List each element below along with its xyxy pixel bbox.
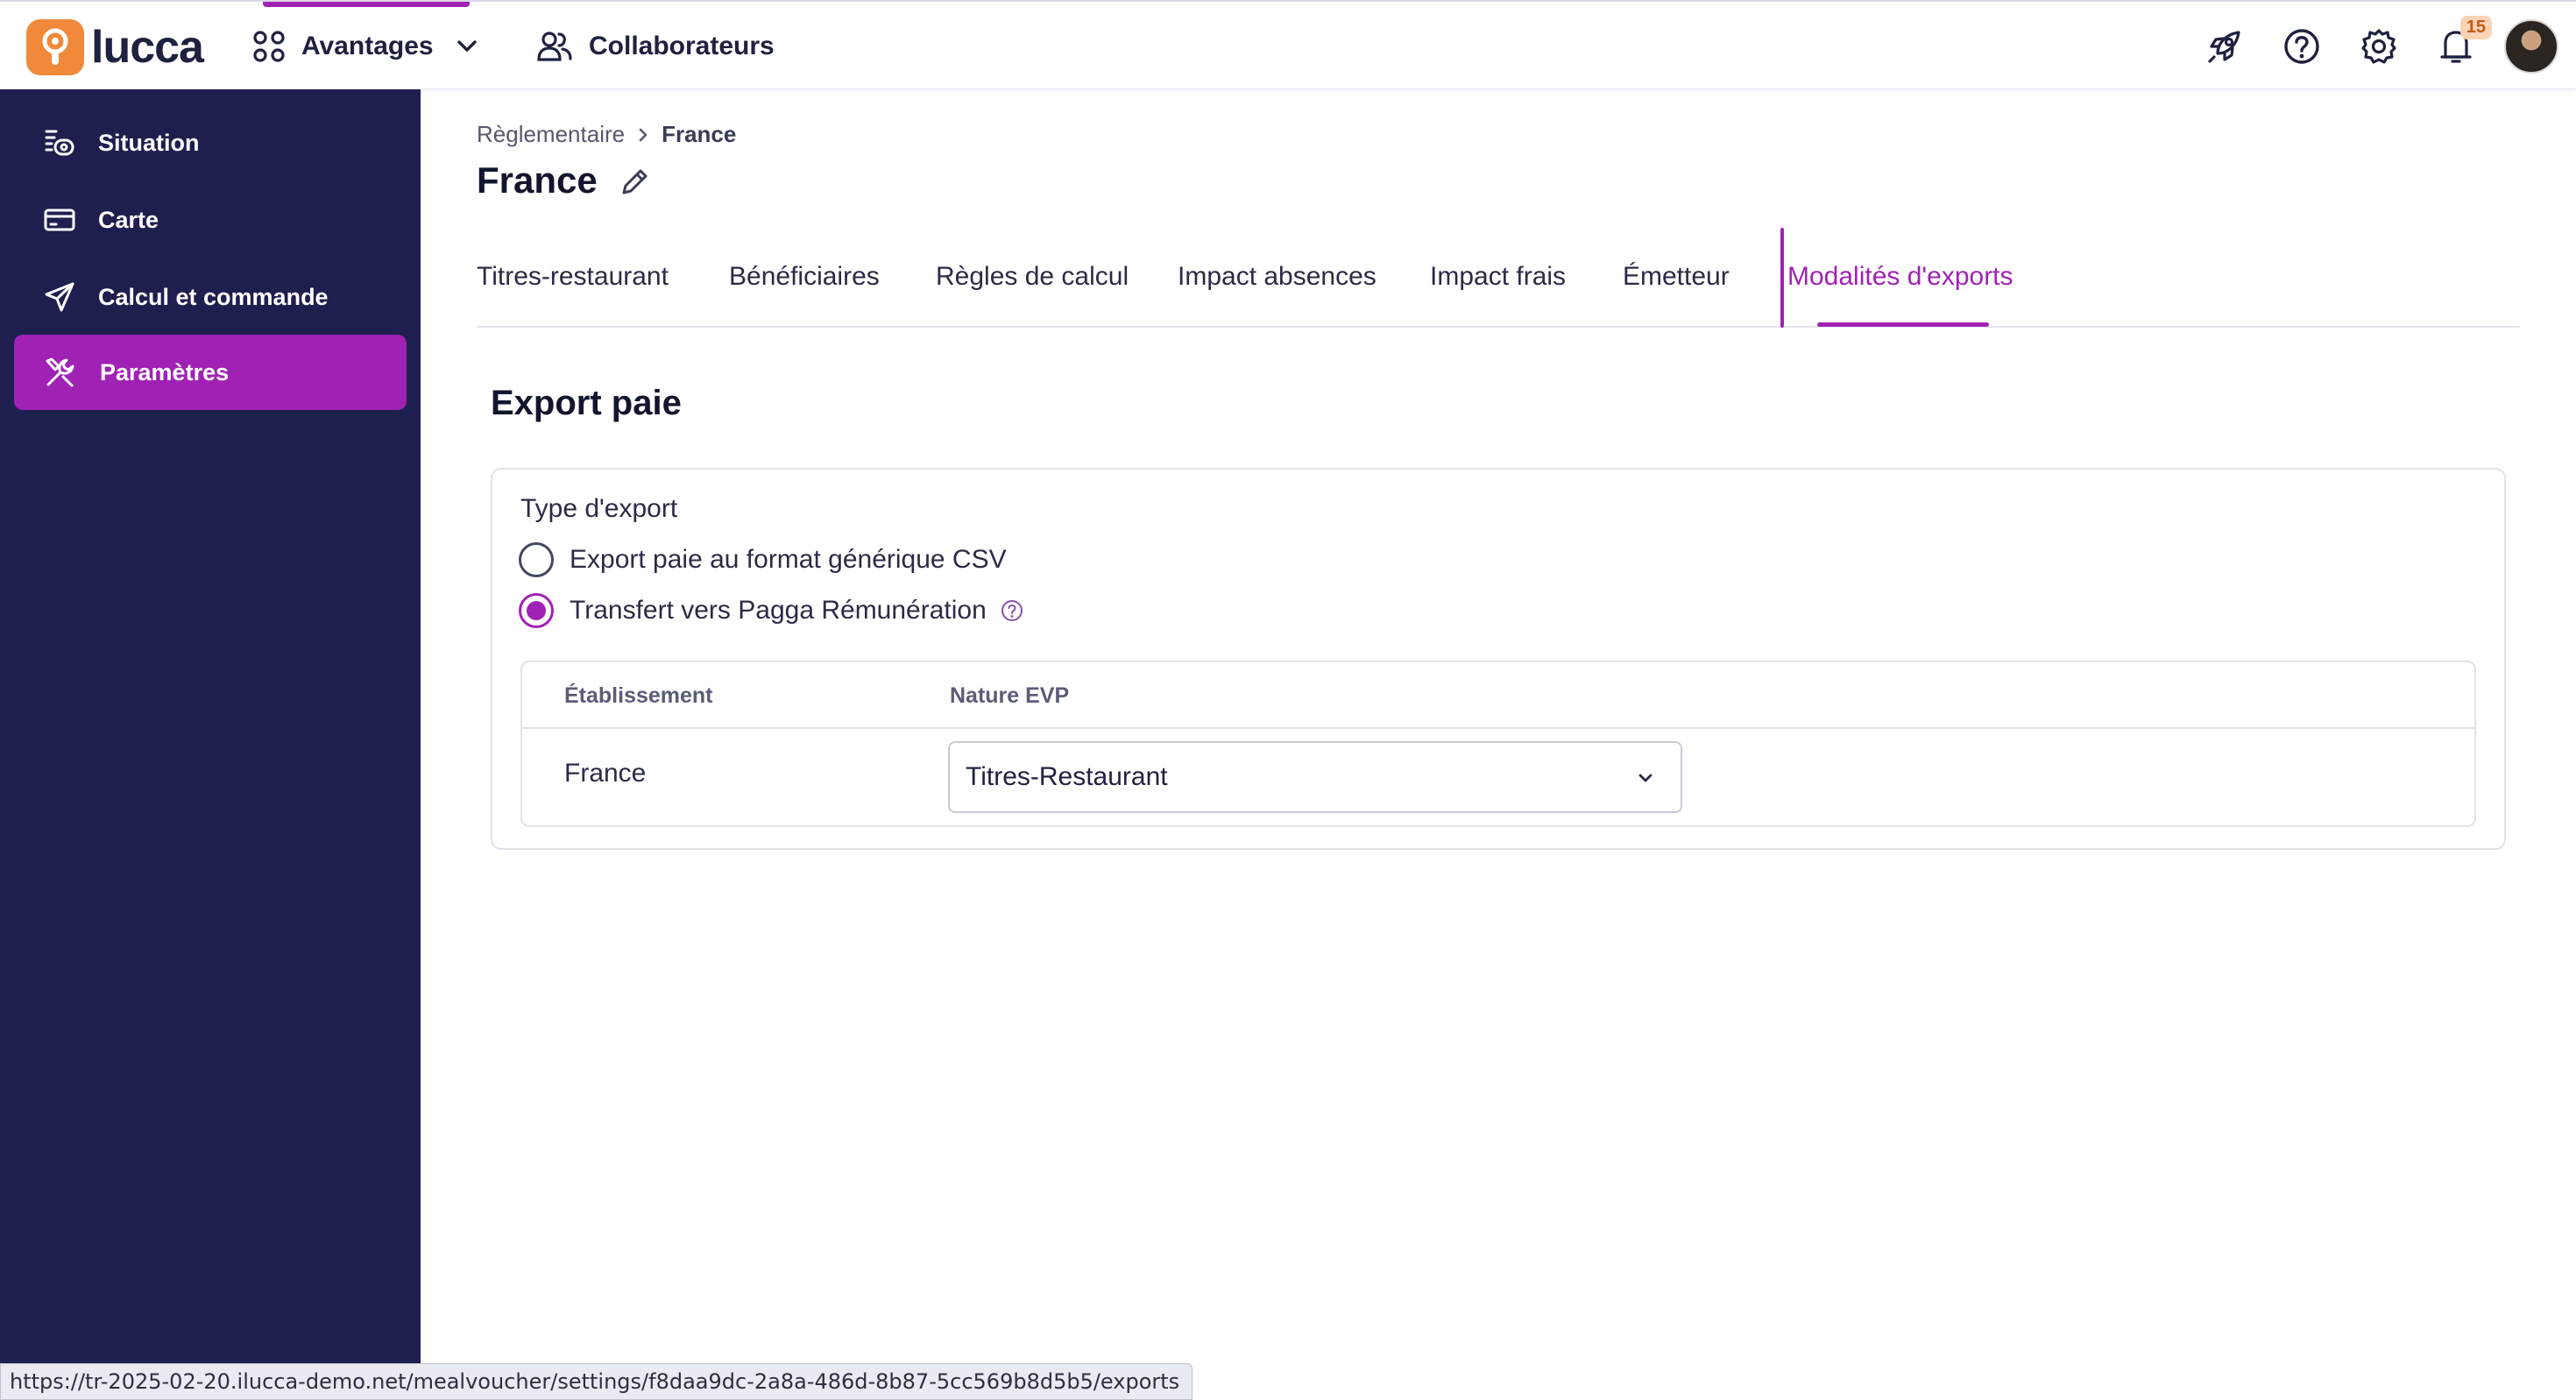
sidebar-item-label: Paramètres <box>100 358 230 385</box>
radio-option-csv[interactable]: Export paie au format générique CSV <box>519 542 1007 577</box>
nav-avantages-label: Avantages <box>301 32 434 60</box>
chevron-down-icon <box>1638 774 1652 782</box>
radio-option-pagga[interactable]: Transfert vers Pagga Rémunération <box>519 593 1025 628</box>
sidebar: Situation Carte Calcul et commande Param… <box>0 89 421 1400</box>
tab-impact-absences[interactable]: Impact absences <box>1178 226 1376 328</box>
table-divider <box>522 727 2474 729</box>
settings-tabs: Titres-restaurant Bénéficiaires Règles d… <box>477 226 2520 328</box>
situation-icon <box>45 130 74 156</box>
table-cell-etablissement: France <box>564 759 647 788</box>
send-icon <box>45 282 74 312</box>
lucca-logo[interactable]: lucca <box>26 19 204 75</box>
radio-button-checked[interactable] <box>519 593 554 628</box>
users-icon <box>537 32 572 61</box>
nav-collaborateurs-label: Collaborateurs <box>589 32 775 60</box>
nav-collaborateurs[interactable]: Collaborateurs <box>536 2 775 91</box>
select-value: Titres-Restaurant <box>966 762 1168 791</box>
apps-grid-icon <box>253 31 285 62</box>
bell-icon[interactable]: 15 <box>2434 16 2492 68</box>
sidebar-item-parametres[interactable]: Paramètres <box>14 335 407 410</box>
notification-count-badge: 15 <box>2459 16 2492 39</box>
nav-avantages[interactable]: Avantages <box>252 2 478 91</box>
tab-titres-restaurant[interactable]: Titres-restaurant <box>477 226 669 328</box>
tab-focus-ring <box>1780 228 1784 328</box>
breadcrumb-parent-link[interactable]: Règlementaire <box>477 121 625 148</box>
chevron-right-icon <box>639 128 648 141</box>
sidebar-item-situation[interactable]: Situation <box>14 105 407 180</box>
sidebar-item-calcul-commande[interactable]: Calcul et commande <box>14 259 407 335</box>
breadcrumb-current: France <box>662 121 737 147</box>
breadcrumb: Règlementaire France <box>477 121 736 148</box>
radio-option-label: Export paie au format générique CSV <box>570 545 1007 574</box>
help-circle-icon[interactable] <box>999 597 1025 624</box>
user-avatar[interactable] <box>2504 19 2558 74</box>
radio-option-label: Transfert vers Pagga Rémunération <box>570 596 987 625</box>
export-type-label: Type d'export <box>520 494 678 523</box>
top-navigation-bar: lucca Avantages Collaborateurs 15 <box>0 0 2576 89</box>
tab-modalites-exports[interactable]: Modalités d'exports <box>1787 226 2013 328</box>
column-header-etablissement: Établissement <box>564 683 713 708</box>
sidebar-item-label: Situation <box>98 129 200 156</box>
radio-button[interactable] <box>519 542 554 577</box>
page-title: France <box>477 159 598 201</box>
pencil-icon <box>622 169 648 194</box>
card-icon <box>44 209 75 231</box>
section-title: Export paie <box>491 384 682 422</box>
logo-text: lucca <box>91 22 204 73</box>
active-tab-underline <box>1817 322 1989 327</box>
tab-impact-frais[interactable]: Impact frais <box>1430 226 1566 328</box>
sidebar-item-label: Calcul et commande <box>98 283 329 310</box>
sidebar-item-carte[interactable]: Carte <box>14 182 407 258</box>
help-circle-icon[interactable] <box>2280 25 2324 68</box>
tab-emetteur[interactable]: Émetteur <box>1623 226 1730 328</box>
nature-evp-select[interactable]: Titres-Restaurant <box>948 741 1682 813</box>
column-header-nature-evp: Nature EVP <box>950 683 1070 708</box>
tools-icon <box>46 357 74 387</box>
tab-regles-de-calcul[interactable]: Règles de calcul <box>936 226 1129 328</box>
sidebar-item-label: Carte <box>98 206 159 233</box>
edit-title-button[interactable] <box>617 165 652 200</box>
status-bar-url: https://tr-2025-02-20.ilucca-demo.net/me… <box>0 1363 1193 1400</box>
tab-beneficiaires[interactable]: Bénéficiaires <box>729 226 880 328</box>
rocket-icon[interactable] <box>2203 25 2247 68</box>
gear-icon[interactable] <box>2357 25 2401 68</box>
chevron-down-icon <box>456 40 477 52</box>
lucca-logo-icon <box>26 19 84 75</box>
